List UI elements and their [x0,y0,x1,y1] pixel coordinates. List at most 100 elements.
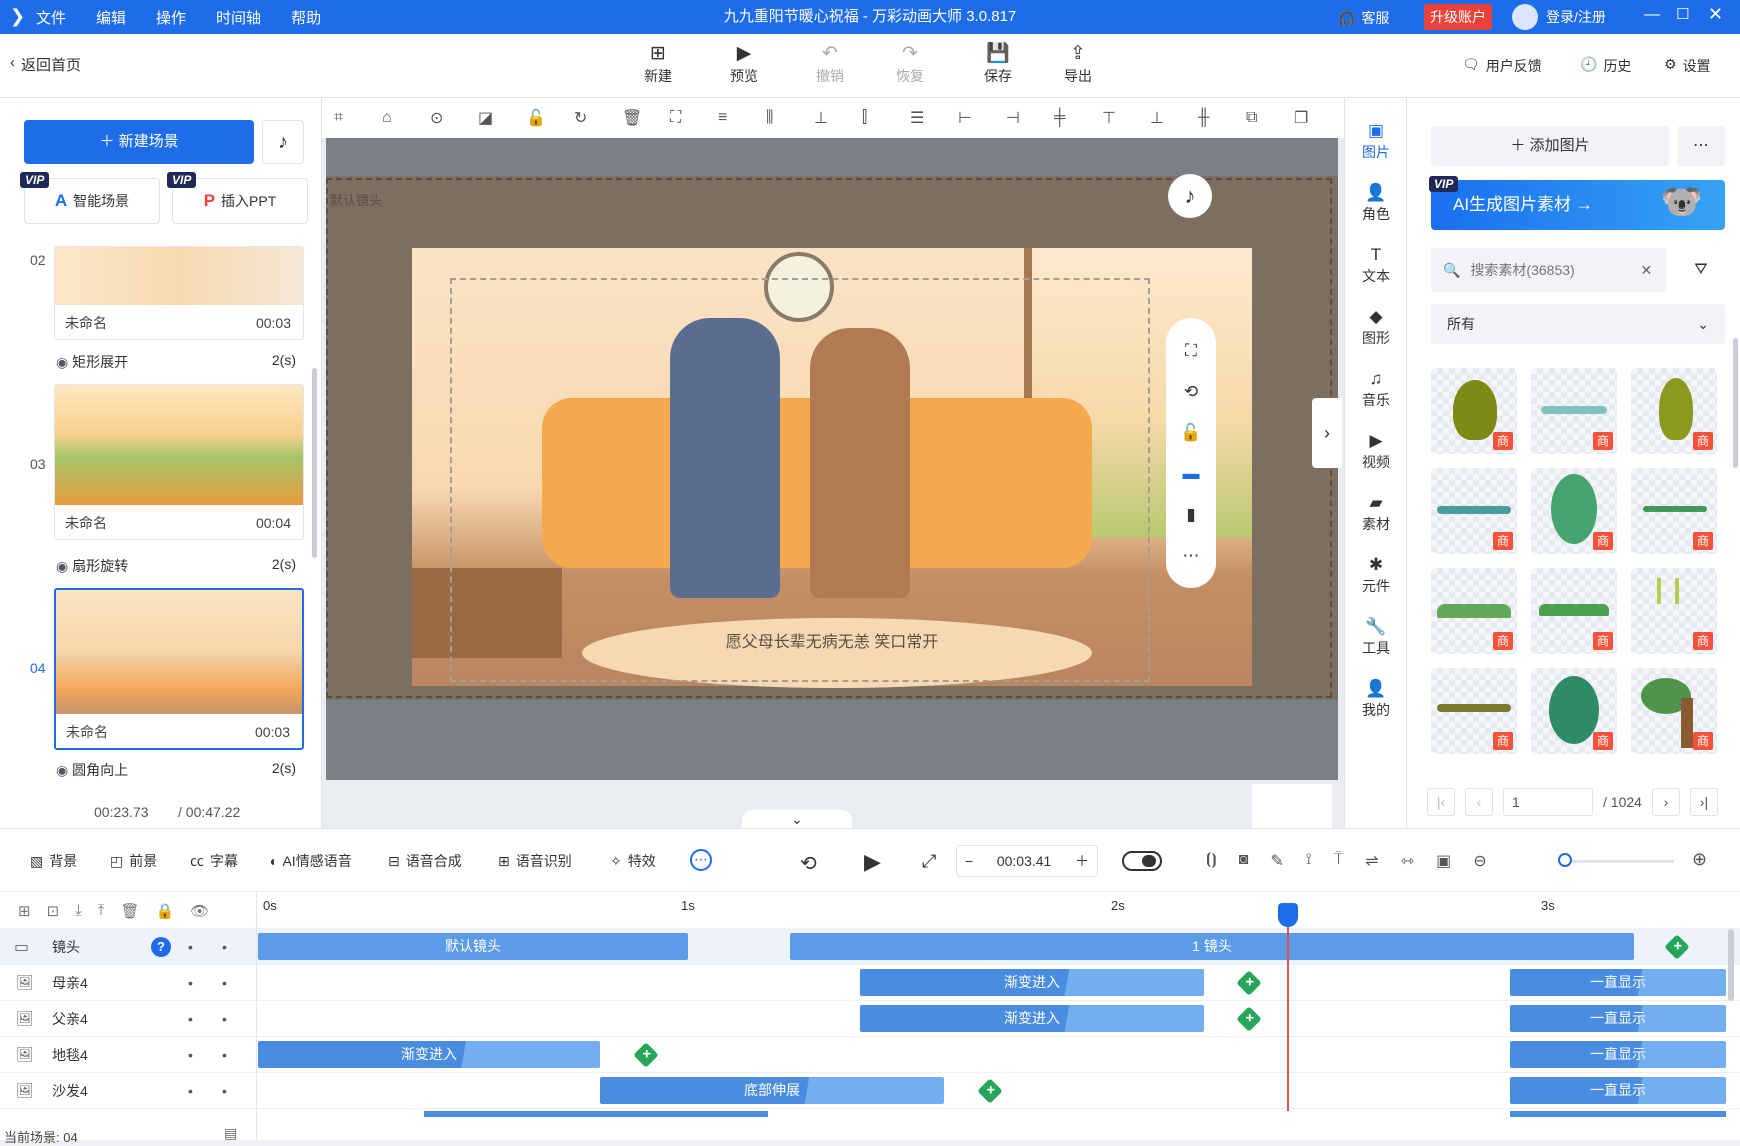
tab-music[interactable]: ♫ 音乐 [1345,368,1407,410]
flip-icon[interactable]: ◪ [478,108,526,128]
adjust-icon[interactable]: ⇌ [1365,851,1378,871]
zoom-in-icon[interactable]: ⊕ [1692,849,1707,870]
scene-transition[interactable]: ◉ 扇形旋转 2(s) [56,556,296,576]
asset-grass-item[interactable]: 商 [1431,668,1517,754]
lock-icon[interactable]: 🔓 [526,108,574,128]
rotate-icon[interactable]: ↻ [574,108,622,128]
tab-image[interactable]: ▣ 图片 [1345,120,1407,162]
rotate-icon[interactable]: ⟲ [1184,382,1198,402]
more-icon[interactable]: ⋯ [1677,126,1725,166]
crop-icon[interactable]: ⛶ [670,109,718,127]
bracket-icon[interactable]: ⦗⦘ [1206,851,1217,871]
asset-grass-item[interactable]: 商 [1531,368,1617,454]
distribute-h-icon[interactable]: ⫿ [862,109,910,127]
trash-icon[interactable]: 🗑 [622,108,670,128]
align-left-icon[interactable]: ⊢ [958,108,1006,128]
align-bottom-icon[interactable]: ⊥ [814,108,862,128]
first-page-icon[interactable]: |‹ [1427,788,1455,816]
timeline-bar[interactable]: 渐变进入 [258,1041,600,1068]
music-note-icon[interactable]: ♪ [1168,174,1212,218]
more-icon[interactable]: ⋯ [1183,546,1200,566]
add-keyframe-icon[interactable] [1664,934,1690,960]
subtitle-tool[interactable]: ㏄字幕 [190,851,238,871]
timeline-row-layer[interactable]: 🖼 父亲4 • • 渐变进入 一直显示 [0,1001,1740,1037]
timeline-bar[interactable]: 渐变进入 [860,969,1204,996]
lock-icon[interactable]: 🔒 [155,902,174,920]
add-keyframe-icon[interactable] [977,1078,1003,1104]
zoom-slider[interactable] [1562,860,1674,863]
scene-card[interactable]: 未命名 00:04 [54,384,304,540]
tab-component[interactable]: ✱ 元件 [1345,554,1407,596]
tts-tool[interactable]: ⊟ 语音合成 [388,851,462,871]
timeline-bar[interactable]: 一直显示 [1510,1077,1726,1104]
category-select[interactable]: 所有 ⌄ [1431,304,1725,344]
portrait-icon[interactable]: ▮ [1186,505,1195,525]
edit-icon[interactable]: ✎ [1270,851,1283,871]
distribute-v-icon[interactable]: ☰ [910,108,958,128]
music-note-icon[interactable]: ♪ [262,120,304,164]
scrollbar[interactable] [1733,338,1738,468]
login-button[interactable]: 登录/注册 [1512,4,1606,30]
timeline-row-camera[interactable]: ▭ 镜头 ? • • 默认镜头 1 镜头 [0,929,1740,965]
asset-tree-item[interactable]: 商 [1431,368,1517,454]
ai-voice-tool[interactable]: ◖ AI情感语音 [268,851,352,871]
fit-screen-icon[interactable]: ⛶ [1185,341,1197,361]
text-filter-icon[interactable]: ⍑ [1334,851,1344,871]
help-icon[interactable]: ? [151,936,171,957]
tab-video[interactable]: ▶ 视频 [1345,430,1407,472]
timeline-row-layer[interactable]: 🖼 地毯4 • • 渐变进入 一直显示 [0,1037,1740,1073]
timeline-bar[interactable]: 底部伸展 [600,1077,944,1104]
more-tools-icon[interactable]: ⋯ [690,849,712,871]
settings-button[interactable]: ⚙ 设置 [1664,56,1711,76]
tab-material[interactable]: ▰ 素材 [1345,492,1407,534]
effects-tool[interactable]: ✧ 特效 [610,851,656,871]
align-middle-icon[interactable]: ⫼ [766,109,814,127]
timeline-bar[interactable]: 一直显示 [1510,1005,1726,1032]
timeline-bar-partial[interactable] [1510,1111,1726,1117]
asset-grass-item[interactable]: 商 [1431,568,1517,654]
align-base-icon[interactable]: ⊥ [1150,108,1198,128]
collapse-canvas-button[interactable]: ⌄ [742,810,852,828]
dot-icon[interactable]: • [222,939,227,955]
branch-icon[interactable]: ⟟ [1306,851,1312,871]
add-keyframe-icon[interactable] [1236,970,1262,996]
save-button[interactable]: 💾 保存 [968,42,1028,92]
zoom-out-icon[interactable]: ⊖ [1473,851,1486,871]
dot-icon[interactable]: • [188,975,193,991]
asset-bush-item[interactable]: 商 [1531,468,1617,554]
time-ruler[interactable]: 0s 1s 2s 3s [256,892,1726,930]
ratio-icon[interactable]: ▣ [1436,851,1451,871]
next-page-icon[interactable]: › [1651,788,1680,816]
minimize-icon[interactable]: — [1644,6,1660,24]
scrollbar[interactable] [312,368,317,558]
asset-bush-item[interactable]: 商 [1531,668,1617,754]
add-folder-icon[interactable]: ⊞ [18,902,31,920]
dot-icon[interactable]: • [188,939,193,955]
timeline-row-layer[interactable]: 🖼 沙发4 • • 底部伸展 一直显示 [0,1073,1740,1109]
add-keyframe-icon[interactable] [633,1042,659,1068]
search-input[interactable] [1470,262,1631,278]
fullscreen-icon[interactable]: ⤢ [922,851,936,872]
asset-reed-item[interactable]: 商 [1631,568,1717,654]
prev-page-icon[interactable]: ‹ [1465,788,1493,816]
expand-panel-button[interactable]: › [1312,398,1342,468]
tab-mine[interactable]: 👤 我的 [1345,678,1407,720]
dot-icon[interactable]: • [222,975,227,991]
stage[interactable]: 默认镜头 愿父母长辈无病无恙 笑口常开 ♪ ⛶ ⟲ 🔓 ▬ ▮ ⋯ [326,138,1338,780]
new-button[interactable]: ⊞ 新建 [628,42,688,92]
scene-card-selected[interactable]: 未命名 00:03 [54,588,304,750]
scene-transition[interactable]: ◉ 圆角向上 2(s) [56,760,296,780]
zoom-slider-handle[interactable] [1558,853,1572,867]
minimap[interactable] [1252,784,1332,828]
speech-recognition-tool[interactable]: ⊞ 语音识别 [498,851,572,871]
timeline-bar[interactable]: 一直显示 [1510,1041,1726,1068]
asset-grass-item[interactable]: 商 [1431,468,1517,554]
more-circle-icon[interactable]: ⊙ [430,108,478,128]
scrollbar[interactable] [1728,929,1734,1001]
playhead-handle[interactable] [1278,903,1298,927]
time-input[interactable]: 00:03.41 [997,853,1052,869]
dot-icon[interactable]: • [188,1011,193,1027]
maximize-icon[interactable]: ☐ [1676,5,1689,23]
move-up-icon[interactable]: ⤒ [98,902,105,920]
play-icon[interactable]: ▶ [864,849,881,875]
